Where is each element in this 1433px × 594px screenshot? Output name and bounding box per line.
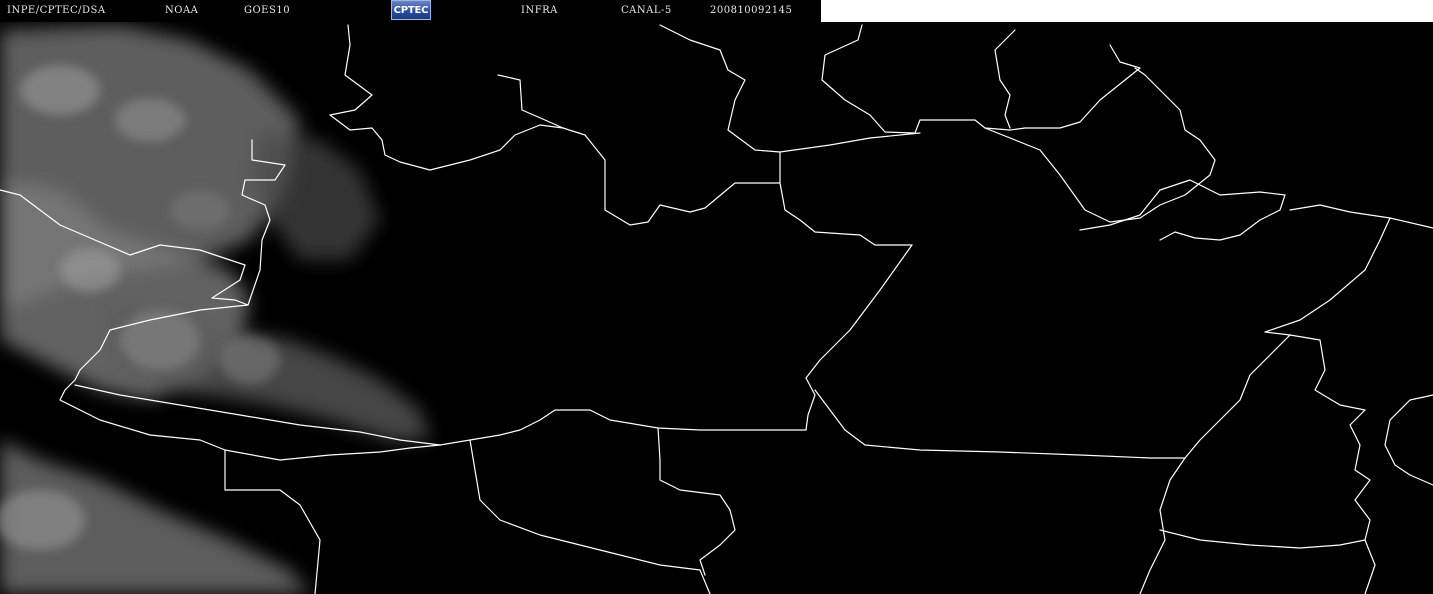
cloud-cell-3 bbox=[60, 248, 120, 292]
border-suriname-frenchguiana bbox=[994, 29, 1016, 129]
satellite-label: GOES10 bbox=[244, 5, 291, 16]
border-guyana-suriname bbox=[821, 24, 1026, 134]
border-rondonia-mato-grosso bbox=[657, 427, 736, 576]
border-maranhao-west bbox=[1264, 217, 1391, 336]
border-maranhao-piaui bbox=[1289, 334, 1376, 594]
org-label: NOAA bbox=[165, 5, 199, 16]
border-amapa-para bbox=[984, 67, 1216, 223]
border-venezuela-north bbox=[497, 74, 781, 226]
border-para-maranhao bbox=[1289, 204, 1433, 229]
cloud-cell-2 bbox=[115, 98, 185, 142]
border-rondonia-bolivia bbox=[469, 439, 711, 594]
border-acre-rondonia bbox=[224, 444, 441, 461]
border-amazonas-para-diagonal bbox=[805, 244, 913, 379]
border-piaui-east bbox=[1384, 394, 1433, 486]
border-tocantins bbox=[1139, 334, 1291, 594]
border-para-mato-grosso bbox=[814, 389, 1186, 459]
border-bahia-north bbox=[1159, 529, 1366, 549]
logo-text: CPTEC bbox=[393, 4, 429, 16]
cptec-logo: CPTEC bbox=[391, 0, 431, 20]
band-label: INFRA bbox=[521, 5, 558, 16]
border-venezuela-guyana bbox=[659, 24, 781, 184]
cloud-mass-east-scatter bbox=[250, 130, 380, 260]
agency-label: INPE/CPTEC/DSA bbox=[7, 5, 106, 16]
timestamp-label: 200810092145 bbox=[710, 5, 793, 16]
border-roraima-amazonas bbox=[779, 182, 913, 246]
cloud-cell-5 bbox=[220, 336, 280, 384]
cloud-cell-4 bbox=[120, 310, 200, 370]
cloud-cell-7 bbox=[170, 190, 230, 230]
border-acre-amazonas bbox=[74, 384, 807, 446]
border-frenchguiana-amapa bbox=[1024, 44, 1141, 129]
cloud-cell-1 bbox=[20, 65, 100, 115]
image-header-bar: INPE/CPTEC/DSA NOAA GOES10 CPTEC INFRA C… bbox=[0, 0, 821, 22]
border-colombia-venezuela bbox=[329, 24, 564, 171]
satellite-map bbox=[0, 22, 1433, 594]
satellite-map-svg bbox=[0, 24, 1433, 594]
header-blank-area bbox=[821, 0, 1433, 22]
border-amazonas-rondonia-east bbox=[805, 377, 816, 431]
border-amazon-delta bbox=[1079, 179, 1286, 241]
channel-label: CANAL-5 bbox=[621, 5, 672, 16]
border-north-brazil bbox=[779, 132, 921, 153]
